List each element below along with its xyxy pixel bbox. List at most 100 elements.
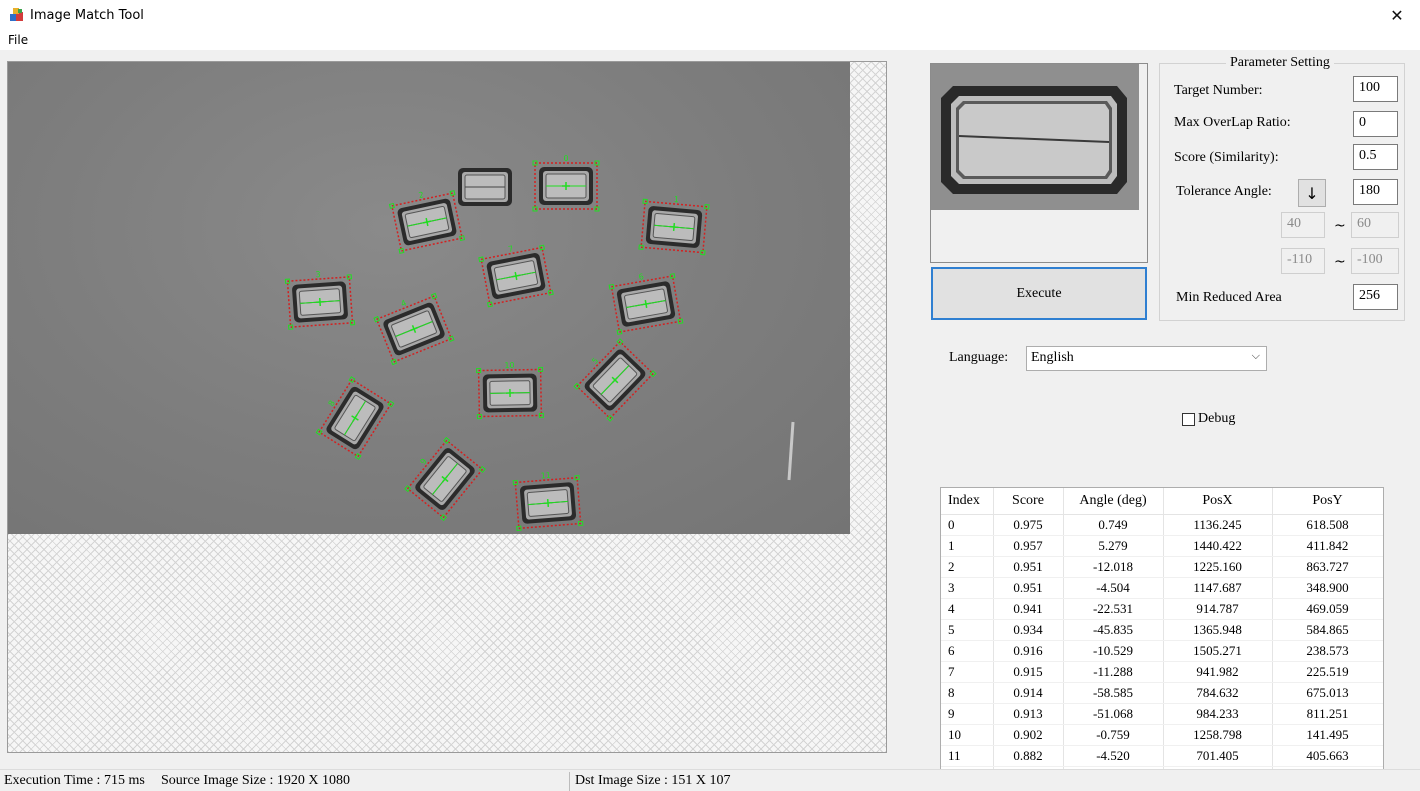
matched-part: 8: [315, 376, 395, 460]
source-image: 0 1 2 3 4 5 6 7 8 9 10 11: [8, 62, 850, 534]
range2-max-input: -100: [1351, 248, 1399, 274]
svg-text:0: 0: [563, 154, 568, 163]
score-input[interactable]: 0.5: [1353, 144, 1398, 170]
cell-index: 9: [941, 703, 994, 725]
match-overlay: 0 1 2 3 4 5 6 7 8 9 10 11: [284, 154, 795, 532]
matched-part: 10: [476, 361, 544, 420]
table-row[interactable]: 6 0.916 -10.529 1505.271 238.573: [941, 640, 1383, 662]
status-divider: [569, 772, 570, 791]
cell-score: 0.902: [993, 724, 1064, 746]
template-image: [931, 64, 1139, 210]
header-posy[interactable]: PosY: [1272, 488, 1383, 515]
header-index[interactable]: Index: [941, 488, 994, 515]
cell-angle: -4.504: [1063, 577, 1164, 599]
cell-posy: 141.495: [1272, 724, 1383, 746]
min-reduced-area-input[interactable]: 256: [1353, 284, 1398, 310]
svg-text:9: 9: [419, 457, 429, 467]
matched-part: 3: [284, 270, 356, 330]
tolerance-angle-input[interactable]: 180: [1353, 179, 1398, 205]
cell-index: 6: [941, 640, 994, 662]
matched-part: 2: [388, 190, 466, 254]
table-row[interactable]: 10 0.902 -0.759 1258.798 141.495: [941, 724, 1383, 746]
table-row[interactable]: 5 0.934 -45.835 1365.948 584.865: [941, 619, 1383, 641]
cell-posx: 1258.798: [1163, 724, 1273, 746]
cell-index: 11: [941, 745, 994, 767]
table-row[interactable]: 4 0.941 -22.531 914.787 469.059: [941, 598, 1383, 620]
cell-posx: 1225.160: [1163, 556, 1273, 578]
cell-posy: 238.573: [1272, 640, 1383, 662]
target-number-input[interactable]: 100: [1353, 76, 1398, 102]
cell-posy: 411.842: [1272, 535, 1383, 557]
results-table[interactable]: Index Score Angle (deg) PosX PosY 0 0.975…: [940, 487, 1384, 791]
matched-part: 7: [478, 244, 554, 308]
table-row[interactable]: 0 0.975 0.749 1136.245 618.508: [941, 514, 1383, 536]
range1-max-input: 60: [1351, 212, 1399, 238]
window-title: Image Match Tool: [30, 8, 144, 23]
cell-posy: 405.663: [1272, 745, 1383, 767]
table-row[interactable]: 9 0.913 -51.068 984.233 811.251: [941, 703, 1383, 725]
results-header-row: Index Score Angle (deg) PosX PosY: [941, 488, 1383, 515]
language-selected-value: English: [1031, 350, 1074, 365]
svg-text:4: 4: [400, 298, 408, 308]
score-label: Score (Similarity):: [1174, 150, 1279, 165]
cell-index: 5: [941, 619, 994, 641]
cell-posx: 1147.687: [1163, 577, 1273, 599]
table-row[interactable]: 3 0.951 -4.504 1147.687 348.900: [941, 577, 1383, 599]
svg-text:8: 8: [327, 399, 337, 408]
parameter-setting-title: Parameter Setting: [1226, 55, 1334, 71]
svg-text:6: 6: [638, 272, 645, 282]
status-bar: Execution Time : 715 ms Source Image Siz…: [0, 769, 1420, 791]
matched-part: 11: [512, 471, 584, 532]
max-overlap-input[interactable]: 0: [1353, 111, 1398, 137]
close-button[interactable]: ✕: [1374, 0, 1420, 31]
header-score[interactable]: Score: [993, 488, 1064, 515]
cell-angle: -22.531: [1063, 598, 1164, 620]
range1-separator: ~: [1334, 218, 1346, 234]
cell-angle: -12.018: [1063, 556, 1164, 578]
cell-index: 4: [941, 598, 994, 620]
cell-angle: -58.585: [1063, 682, 1164, 704]
cell-score: 0.975: [993, 514, 1064, 536]
language-select[interactable]: English ⌵: [1026, 346, 1267, 371]
tolerance-toggle-button[interactable]: ↓: [1298, 179, 1326, 207]
menu-bar: File: [0, 31, 1420, 50]
status-dst-size: Dst Image Size : 151 X 107: [575, 773, 731, 788]
matched-part: 4: [373, 292, 455, 366]
menu-file[interactable]: File: [8, 33, 28, 47]
table-row[interactable]: 11 0.882 -4.520 701.405 405.663: [941, 745, 1383, 767]
header-posx[interactable]: PosX: [1163, 488, 1273, 515]
cell-score: 0.914: [993, 682, 1064, 704]
debug-label[interactable]: Debug: [1198, 411, 1235, 427]
svg-text:2: 2: [418, 190, 425, 200]
svg-text:10: 10: [504, 361, 514, 370]
matched-part: 9: [404, 436, 486, 522]
cell-posy: 863.727: [1272, 556, 1383, 578]
svg-text:11: 11: [540, 471, 551, 481]
header-angle[interactable]: Angle (deg): [1063, 488, 1164, 515]
cell-score: 0.934: [993, 619, 1064, 641]
table-row[interactable]: 1 0.957 5.279 1440.422 411.842: [941, 535, 1383, 557]
cell-angle: -4.520: [1063, 745, 1164, 767]
title-bar: Image Match Tool ✕: [0, 0, 1420, 31]
cell-posy: 225.519: [1272, 661, 1383, 683]
cell-index: 8: [941, 682, 994, 704]
cell-score: 0.941: [993, 598, 1064, 620]
cell-angle: -51.068: [1063, 703, 1164, 725]
debug-checkbox[interactable]: [1182, 413, 1195, 426]
table-row[interactable]: 7 0.915 -11.288 941.982 225.519: [941, 661, 1383, 683]
cell-index: 3: [941, 577, 994, 599]
table-row[interactable]: 8 0.914 -58.585 784.632 675.013: [941, 682, 1383, 704]
execute-button[interactable]: Execute: [931, 267, 1147, 320]
min-reduced-area-label: Min Reduced Area: [1176, 290, 1282, 305]
chevron-down-icon: ⌵: [1251, 350, 1260, 362]
matched-part: 0: [532, 154, 600, 212]
cell-angle: -11.288: [1063, 661, 1164, 683]
cell-score: 0.915: [993, 661, 1064, 683]
range2-min-input: -110: [1281, 248, 1325, 274]
table-row[interactable]: 2 0.951 -12.018 1225.160 863.727: [941, 556, 1383, 578]
surface-scratch: [787, 421, 795, 481]
cell-posx: 941.982: [1163, 661, 1273, 683]
image-viewer[interactable]: 0 1 2 3 4 5 6 7 8 9 10 11: [7, 61, 887, 753]
cell-angle: 0.749: [1063, 514, 1164, 536]
matched-part: 6: [608, 272, 684, 335]
